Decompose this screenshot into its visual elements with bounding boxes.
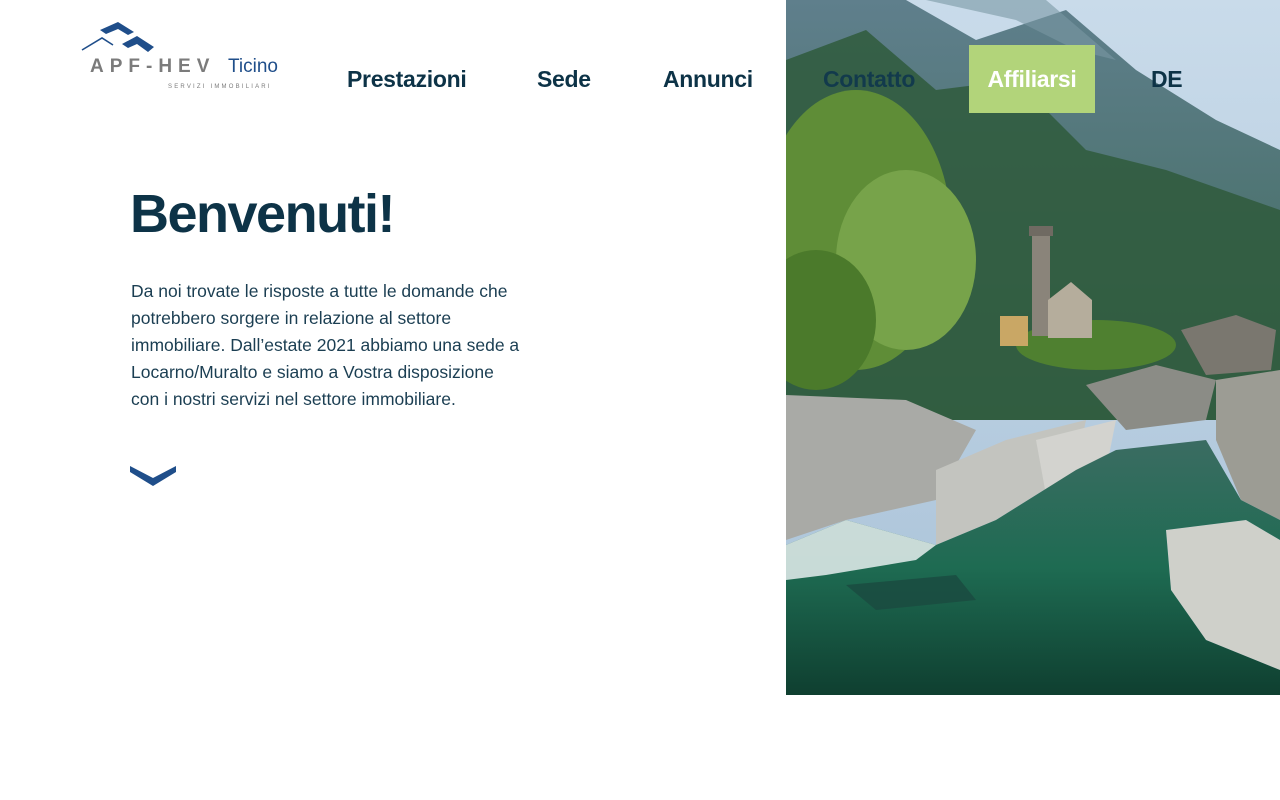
main-nav: Prestazioni Sede Annunci Contatto Affili…: [0, 45, 1280, 113]
intro-line: potrebbero sorgere in relazione al setto…: [131, 308, 452, 328]
intro-line: immobiliare. Dall’estate 2021 abbiamo un…: [131, 335, 520, 355]
intro-text: Da noi trovate le risposte a tutte le do…: [131, 278, 551, 413]
affiliarsi-button[interactable]: Affiliarsi: [969, 45, 1095, 113]
scroll-down-button[interactable]: [130, 464, 176, 488]
chevron-down-icon: [130, 466, 176, 486]
nav-item-sede[interactable]: Sede: [537, 45, 591, 113]
language-switch[interactable]: DE: [1151, 45, 1183, 113]
nav-item-prestazioni[interactable]: Prestazioni: [347, 45, 467, 113]
nav-item-contatto[interactable]: Contatto: [823, 45, 915, 113]
intro-line: con i nostri servizi nel settore immobil…: [131, 389, 456, 409]
intro-line: Locarno/Muralto e siamo a Vostra disposi…: [131, 362, 494, 382]
page-title: Benvenuti!: [130, 184, 396, 244]
intro-line: Da noi trovate le risposte a tutte le do…: [131, 281, 508, 301]
nav-item-annunci[interactable]: Annunci: [663, 45, 753, 113]
